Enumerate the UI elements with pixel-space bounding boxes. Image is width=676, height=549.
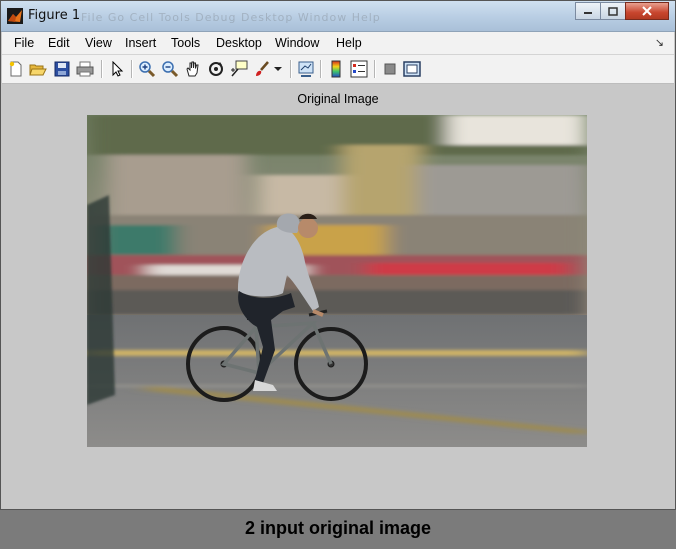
colorbar-button[interactable] <box>326 59 346 79</box>
save-icon <box>54 61 70 77</box>
axes-title: Original Image <box>297 92 379 106</box>
brush-dropdown-icon <box>274 67 282 71</box>
zoom-out-icon <box>162 61 179 78</box>
zoom-out-button[interactable] <box>160 59 180 79</box>
figure-caption: 2 input original image <box>244 518 432 538</box>
open-file-icon <box>29 64 47 76</box>
menu-file[interactable]: File <box>14 36 34 50</box>
brush-button[interactable] <box>252 59 272 79</box>
print-button[interactable] <box>75 59 95 79</box>
matlab-logo-icon <box>7 8 23 24</box>
cyclist-photo <box>87 115 587 447</box>
open-file-button[interactable] <box>28 59 48 79</box>
cyclist-photo-drawing <box>87 115 587 447</box>
background-window-ghost-text: File Go Cell Tools Debug Desktop Window … <box>81 11 381 24</box>
show-plot-tools-icon <box>403 61 421 77</box>
zoom-in-button[interactable] <box>137 59 157 79</box>
maximize-icon <box>608 6 618 16</box>
menu-tools[interactable]: Tools <box>171 36 200 50</box>
menu-view[interactable]: View <box>85 36 112 50</box>
menu-window[interactable]: Window <box>275 36 319 50</box>
show-plot-tools-button[interactable] <box>402 59 422 79</box>
menu-help[interactable]: Help <box>336 36 362 50</box>
rotate-3d-icon <box>209 62 223 76</box>
colorbar-icon <box>331 60 341 78</box>
legend-icon <box>350 60 368 78</box>
pan-button[interactable] <box>183 59 203 79</box>
pan-hand-icon <box>186 61 199 77</box>
rotate-3d-button[interactable] <box>206 59 226 79</box>
zoom-in-icon <box>139 61 156 78</box>
link-plot-icon <box>298 61 314 77</box>
legend-button[interactable] <box>349 59 369 79</box>
menu-edit[interactable]: Edit <box>48 36 70 50</box>
hide-plot-tools-icon <box>384 63 396 75</box>
edit-plot-arrow-icon <box>112 61 124 77</box>
menu-bar: File Edit View Insert Tools Desktop Wind… <box>2 32 674 55</box>
link-plot-button[interactable] <box>296 59 316 79</box>
maximize-button[interactable] <box>600 2 626 20</box>
brush-icon <box>256 61 269 76</box>
edit-plot-button[interactable] <box>107 59 127 79</box>
figure-window: Figure 1 File Go Cell Tools Debug Deskto… <box>0 0 676 510</box>
print-icon <box>76 61 94 77</box>
dock-arrow-icon[interactable]: ↘ <box>655 36 664 49</box>
minimize-button[interactable] <box>575 2 601 20</box>
new-figure-button[interactable] <box>6 59 26 79</box>
menu-desktop[interactable]: Desktop <box>216 36 262 50</box>
close-button[interactable] <box>625 2 669 20</box>
minimize-icon <box>584 12 592 14</box>
figure-toolbar <box>2 55 674 84</box>
title-bar[interactable]: Figure 1 File Go Cell Tools Debug Deskto… <box>1 1 675 32</box>
data-cursor-button[interactable] <box>229 59 249 79</box>
window-title: Figure 1 <box>28 8 81 23</box>
data-cursor-icon <box>231 60 248 77</box>
close-icon <box>642 6 652 16</box>
menu-insert[interactable]: Insert <box>125 36 156 50</box>
brush-dropdown-button[interactable] <box>272 59 284 79</box>
hide-plot-tools-button[interactable] <box>380 59 400 79</box>
new-figure-icon <box>9 61 22 77</box>
save-button[interactable] <box>52 59 72 79</box>
